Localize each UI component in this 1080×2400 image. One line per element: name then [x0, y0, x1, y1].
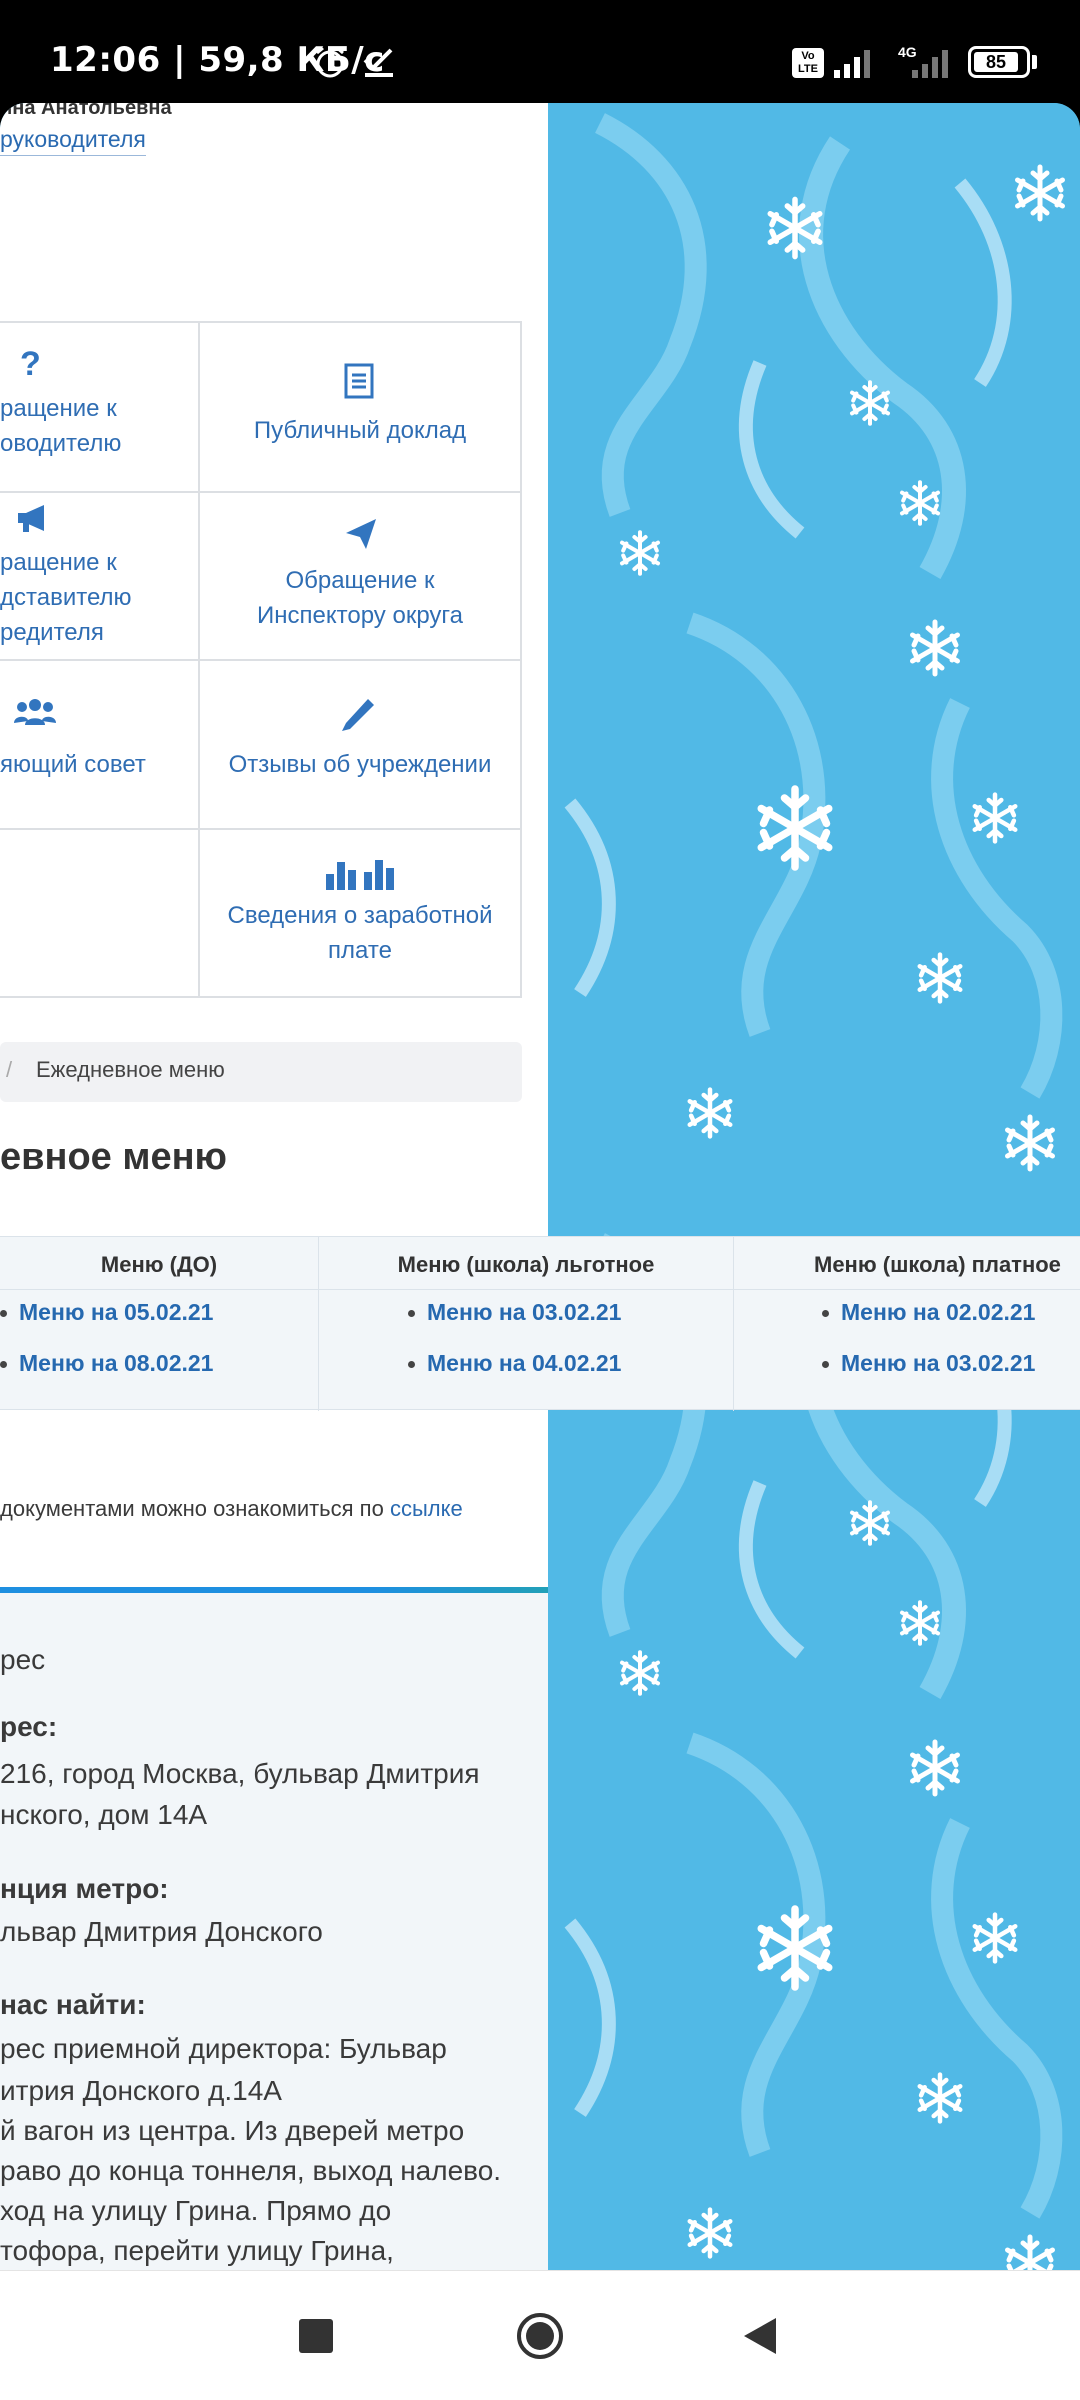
signal-icon — [834, 50, 870, 78]
director-role-link[interactable]: руководителя — [0, 126, 146, 156]
breadcrumb: / Ежедневное меню — [0, 1042, 522, 1102]
grid-item-director-appeal[interactable]: ? ращение к оводителю — [0, 323, 198, 491]
battery-level: 85 — [974, 52, 1018, 72]
address-section-title: рес — [0, 1644, 46, 1675]
question-icon: ? — [20, 345, 41, 383]
documents-note: документами можно ознакомиться по ссылке — [0, 1496, 463, 1521]
menu-link[interactable]: Меню на 02.02.21 — [822, 1299, 1035, 1326]
pencil-icon — [342, 699, 374, 731]
bar-chart-icon — [326, 860, 394, 890]
page-title: евное меню — [0, 1136, 227, 1178]
menu-link[interactable]: Меню на 08.02.21 — [0, 1350, 213, 1377]
directions-line: ход на улицу Грина. Прямо до — [0, 2195, 392, 2226]
menu-link[interactable]: Меню на 05.02.21 — [0, 1299, 213, 1326]
browser-viewport[interactable]: ина Анатольевна руководителя ? ращение к… — [0, 103, 1080, 2270]
metro-label: нция метро: — [0, 1873, 169, 1904]
battery-tip — [1032, 55, 1037, 69]
directions-line: итрия Донского д.14А — [0, 2075, 282, 2106]
menu-link[interactable]: Меню на 03.02.21 — [822, 1350, 1035, 1377]
status-bar: 12:06 | 59,8 КБ/с Vo LTE 4G 85 — [0, 0, 1080, 103]
grid-item-inspector-appeal[interactable]: Обращение к Инспектору округа — [200, 493, 520, 659]
document-icon — [344, 363, 374, 399]
find-us-label: нас найти: — [0, 1989, 146, 2020]
accent-bar — [0, 1587, 548, 1593]
grid-item-salary-info[interactable]: Сведения о заработной плате — [200, 830, 520, 996]
alarm-icon — [316, 46, 344, 78]
menu-col-header-school-discount: Меню (школа) льготное — [397, 1252, 655, 1277]
check-icon — [363, 48, 393, 77]
breadcrumb-separator: / — [6, 1057, 13, 1082]
menu-col-header-do: Меню (ДО) — [100, 1252, 218, 1277]
address-label: рес: — [0, 1711, 58, 1742]
grid-item-reviews[interactable]: Отзывы об учреждении — [200, 661, 520, 828]
recent-apps-button[interactable] — [299, 2319, 333, 2353]
directions-line: тофора, перейти улицу Грина, — [0, 2235, 394, 2266]
users-icon — [14, 699, 56, 725]
breadcrumb-current: Ежедневное меню — [36, 1057, 225, 1082]
grid-item-governing-council[interactable]: яющий совет — [0, 661, 198, 828]
navigation-bar — [0, 2270, 1080, 2400]
directions-line: раво до конца тоннеля, выход налево. — [0, 2155, 502, 2186]
grid-item-founder-appeal[interactable]: ращение к дставителю редителя — [0, 493, 198, 659]
address-line: нского, дом 14А — [0, 1799, 208, 1830]
battery-icon: 85 — [968, 46, 1030, 78]
director-name: ина Анатольевна — [0, 103, 172, 119]
back-button[interactable] — [742, 2316, 778, 2356]
volte-badge: Vo LTE — [792, 48, 824, 78]
home-button[interactable] — [515, 2311, 565, 2361]
metro-value: львар Дмитрия Донского — [0, 1916, 323, 1947]
directions-line: рес приемной директора: Бульвар — [0, 2033, 447, 2064]
documents-link[interactable]: ссылке — [390, 1496, 463, 1521]
menu-link[interactable]: Меню на 03.02.21 — [408, 1299, 621, 1326]
paper-plane-icon — [346, 519, 376, 549]
signal-2-icon — [912, 50, 948, 78]
address-line: 216, город Москва, бульвар Дмитрия — [0, 1758, 480, 1789]
directions-line: й вагон из центра. Из дверей метро — [0, 2115, 465, 2146]
menu-link[interactable]: Меню на 04.02.21 — [408, 1350, 621, 1377]
megaphone-icon — [18, 505, 44, 532]
grid-item-public-report[interactable]: Публичный доклад — [200, 323, 520, 491]
menu-col-header-school-paid: Меню (школа) платное — [814, 1252, 1061, 1277]
